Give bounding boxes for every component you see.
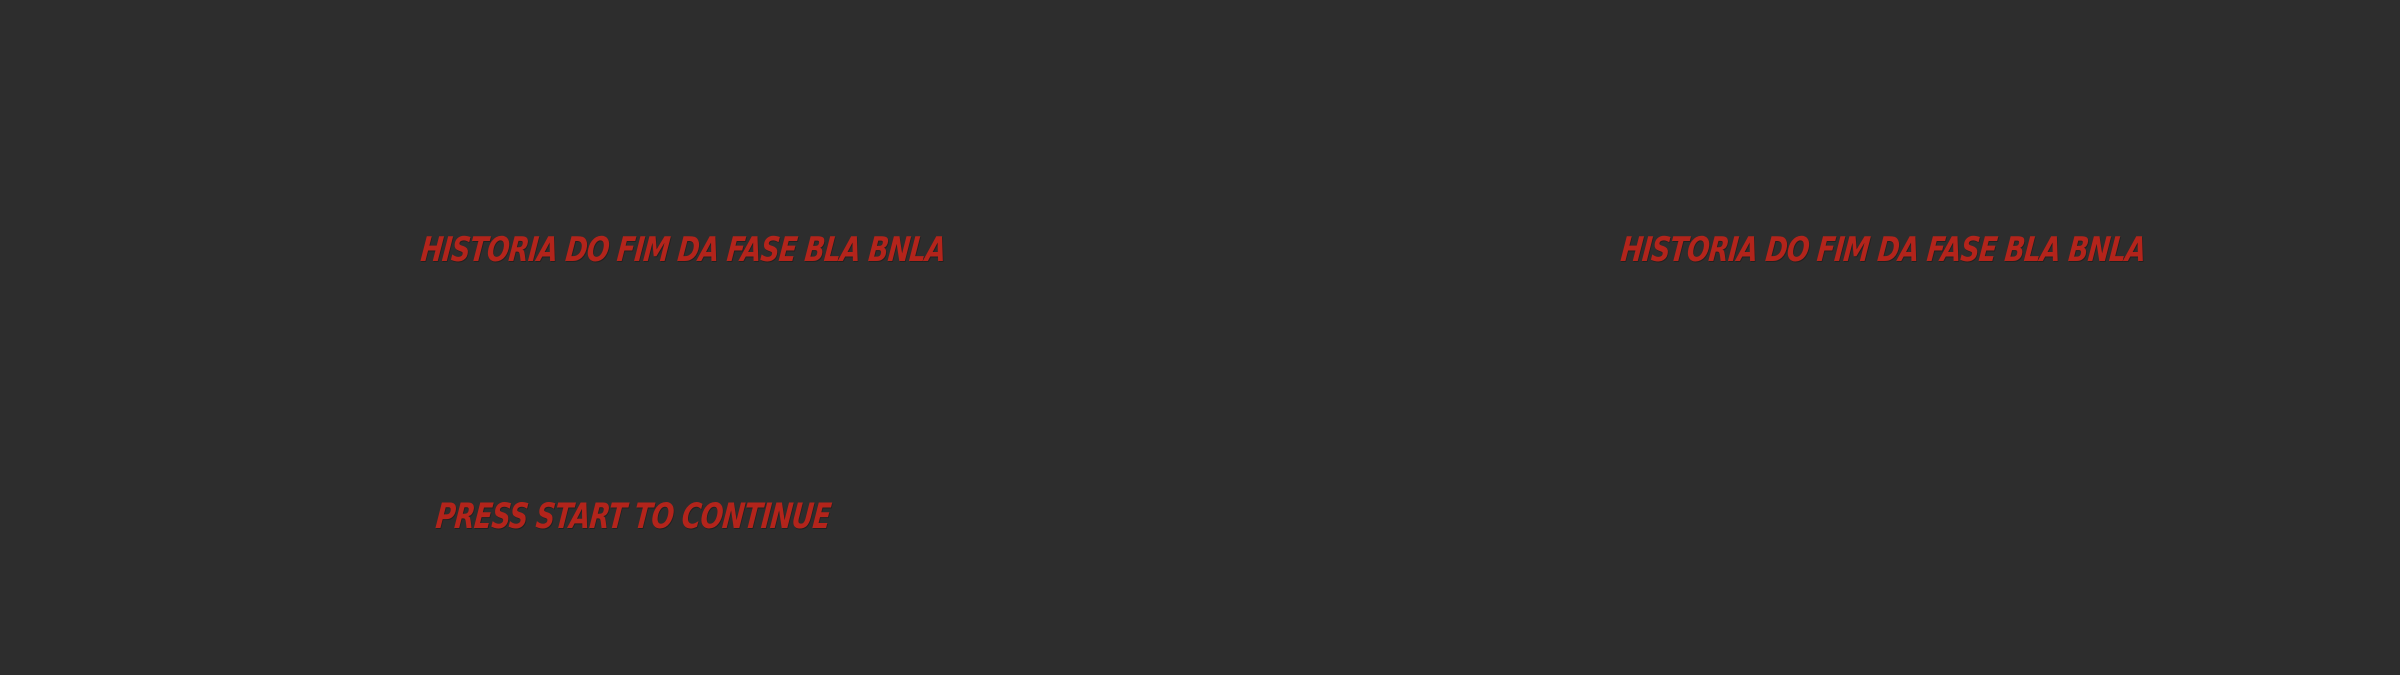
story-text-left: HISTORIA DO FIM DA FASE BLA BNLA (418, 230, 948, 270)
press-start-prompt[interactable]: PRESS START TO CONTINUE (434, 494, 833, 540)
game-screen: HISTORIA DO FIM DA FASE BLA BNLA HISTORI… (0, 0, 2400, 675)
story-text-right: HISTORIA DO FIM DA FASE BLA BNLA (1618, 230, 2148, 270)
